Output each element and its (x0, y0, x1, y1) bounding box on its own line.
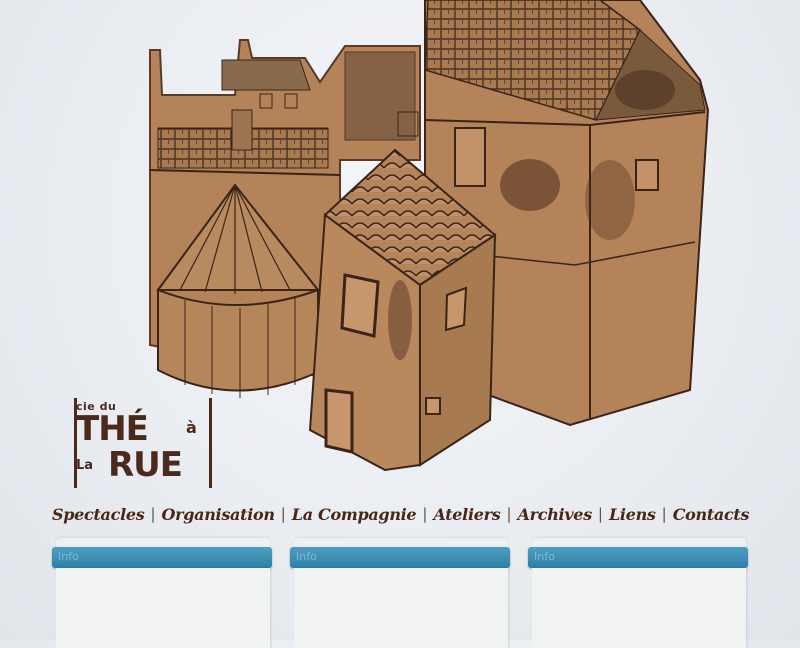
info-panel-3: Info (528, 538, 748, 648)
nav-item-organisation[interactable]: Organisation (162, 505, 275, 524)
nav-item-spectacles[interactable]: Spectacles (52, 505, 145, 524)
panel-body (56, 568, 270, 648)
logo-text-the: THÉ (76, 409, 149, 449)
nav-separator: | (506, 505, 512, 523)
nav-item-contacts[interactable]: Contacts (673, 505, 750, 524)
info-panel-2: Info (290, 538, 510, 648)
logo-text-rue: RUE (108, 445, 183, 485)
info-panel-1: Info (52, 538, 272, 648)
nav-separator: | (150, 505, 156, 523)
panel-header[interactable]: Info (528, 547, 748, 568)
panel-header[interactable]: Info (52, 547, 272, 568)
nav-separator: | (597, 505, 603, 523)
nav-item-ateliers[interactable]: Ateliers (433, 505, 500, 524)
company-logo[interactable]: cie du THÉ à La RUE (74, 398, 214, 490)
main-navigation: Spectacles | Organisation | La Compagnie… (52, 500, 752, 528)
nav-separator: | (422, 505, 428, 523)
panel-title: Info (58, 550, 79, 563)
panel-title: Info (534, 550, 555, 563)
nav-item-la-compagnie[interactable]: La Compagnie (292, 505, 417, 524)
panel-body (294, 568, 508, 648)
nav-item-liens[interactable]: Liens (609, 505, 656, 524)
panel-title: Info (296, 550, 317, 563)
panel-body (532, 568, 746, 648)
nav-separator: | (280, 505, 286, 523)
panel-header[interactable]: Info (290, 547, 510, 568)
nav-separator: | (661, 505, 667, 523)
nav-item-archives[interactable]: Archives (518, 505, 593, 524)
logo-text-a: à (186, 418, 197, 437)
logo-text-la: La (76, 458, 94, 473)
